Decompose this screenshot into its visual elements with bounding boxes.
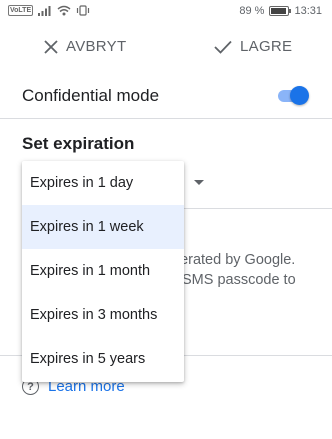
menu-item-1-month[interactable]: Expires in 1 month xyxy=(22,249,184,293)
toolbar: AVBRYT LAGRE xyxy=(0,30,332,70)
dropdown-arrow-icon[interactable] xyxy=(194,180,204,185)
divider-top xyxy=(0,118,332,119)
status-bar: VoLTE 89 % 13:31 xyxy=(0,0,332,24)
signal-icon xyxy=(38,6,51,16)
status-left: VoLTE xyxy=(8,5,90,16)
menu-item-1-day[interactable]: Expires in 1 day xyxy=(22,161,184,205)
divider-expiration xyxy=(184,208,332,209)
set-expiration-title: Set expiration xyxy=(22,134,135,153)
save-button[interactable]: LAGRE xyxy=(214,38,292,55)
battery-icon xyxy=(269,6,292,16)
confidential-mode-toggle[interactable] xyxy=(276,86,309,105)
checkmark-icon xyxy=(214,40,232,54)
cancel-button[interactable]: AVBRYT xyxy=(44,38,126,55)
vibrate-icon xyxy=(77,5,90,16)
cancel-label: AVBRYT xyxy=(66,38,127,55)
menu-item-5-years[interactable]: Expires in 5 years xyxy=(22,337,184,381)
status-right: 89 % 13:31 xyxy=(239,5,322,17)
wifi-icon xyxy=(57,5,71,16)
confidential-mode-row: Confidential mode xyxy=(0,72,332,118)
volte-badge: VoLTE xyxy=(8,5,34,16)
confidential-mode-label: Confidential mode xyxy=(22,86,160,105)
close-icon xyxy=(44,39,58,54)
expiration-dropdown-menu: Expires in 1 day Expires in 1 week Expir… xyxy=(22,161,184,382)
clock: 13:31 xyxy=(294,5,322,17)
menu-item-3-months[interactable]: Expires in 3 months xyxy=(22,293,184,337)
toggle-thumb xyxy=(290,86,309,105)
battery-fill xyxy=(271,8,286,14)
battery-percent: 89 % xyxy=(239,5,265,17)
confidential-mode-screen: VoLTE 89 % 13:31 AVBRYT LAGRE Confidenti… xyxy=(0,0,332,439)
save-label: LAGRE xyxy=(240,38,293,55)
menu-item-1-week[interactable]: Expires in 1 week xyxy=(22,205,184,249)
